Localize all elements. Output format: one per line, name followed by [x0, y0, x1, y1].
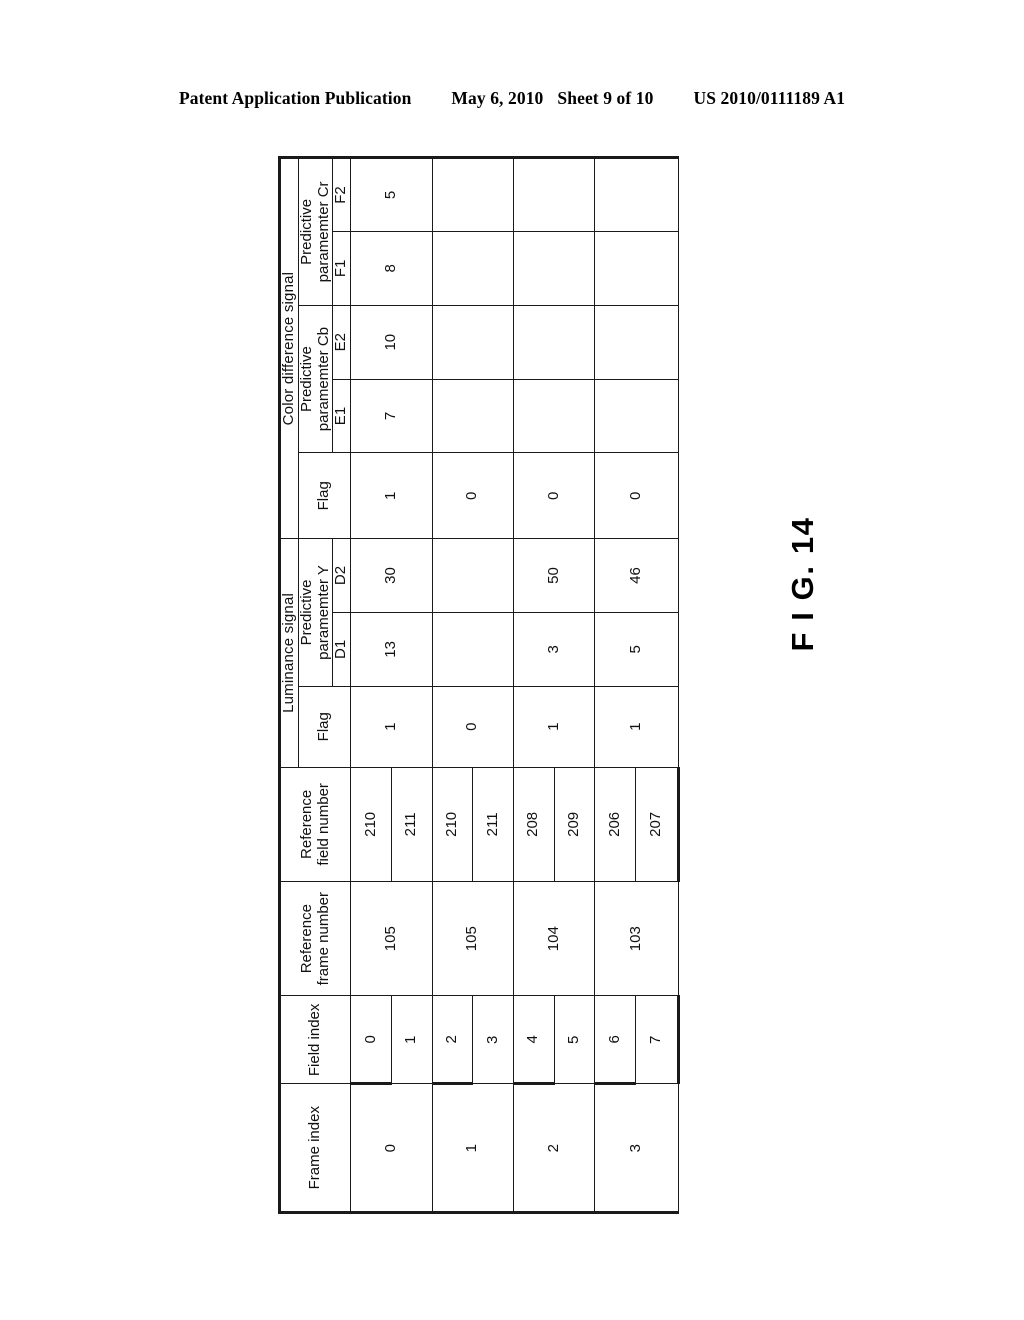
cell-color-f1: 8 [350, 231, 433, 306]
page-header: Patent Application Publication May 6, 201… [0, 88, 1024, 109]
col-header-frame-index: Frame index [279, 1083, 351, 1213]
prediction-parameter-table: Frame index Field index Reference frame n… [278, 156, 680, 1214]
cell-luminance-d2: 50 [513, 538, 595, 613]
col-header-e1: E1 [332, 379, 351, 453]
cell-color-e1 [513, 379, 595, 453]
cell-reference-field-number: 208 [513, 767, 555, 882]
col-header-d2: D2 [332, 538, 351, 613]
cell-color-f2 [432, 157, 514, 232]
cell-luminance-d2 [432, 538, 514, 613]
cell-luminance-flag: 1 [513, 686, 595, 768]
cell-field-index: 4 [513, 995, 555, 1084]
cell-field-index: 7 [635, 995, 679, 1084]
cell-field-index: 5 [554, 995, 595, 1084]
table-row: 1 2 105 210 0 0 [432, 157, 514, 1213]
document-number: US 2010/0111189 A1 [693, 88, 846, 108]
cell-reference-frame-number: 103 [594, 881, 679, 996]
cell-field-index: 1 [391, 995, 433, 1084]
figure-14: Frame index Field index Reference frame n… [278, 156, 680, 1214]
cell-color-e1 [594, 379, 679, 453]
cell-luminance-d2: 30 [350, 538, 433, 613]
cell-color-e1: 7 [350, 379, 433, 453]
cell-reference-field-number: 206 [594, 767, 636, 882]
publication-label: Patent Application Publication [178, 88, 412, 108]
header-row-groups: Frame index Field index Reference frame n… [279, 157, 351, 1213]
cell-color-e2: 10 [350, 305, 433, 380]
cell-color-flag: 1 [350, 452, 433, 539]
cell-color-e2 [513, 305, 595, 380]
cell-color-e1 [432, 379, 514, 453]
figure-caption: F I G. 14 [785, 516, 820, 652]
cell-luminance-d1: 13 [350, 612, 433, 687]
cell-frame-index: 3 [594, 1083, 679, 1213]
cell-color-f1 [513, 231, 595, 306]
cell-luminance-flag: 1 [594, 686, 679, 768]
cell-reference-field-number: 207 [635, 767, 679, 882]
cell-frame-index: 2 [513, 1083, 595, 1213]
col-header-e2: E2 [332, 305, 351, 380]
cell-luminance-d1: 3 [513, 612, 595, 687]
cell-reference-field-number: 211 [391, 767, 433, 882]
cell-luminance-d2: 46 [594, 538, 679, 613]
cell-luminance-flag: 1 [350, 686, 433, 768]
cell-luminance-d1 [432, 612, 514, 687]
col-header-luminance-predictive-parameter-y: Predictive paramemter Y [298, 538, 333, 687]
col-header-reference-frame-number: Reference frame number [279, 881, 351, 996]
col-header-d1: D1 [332, 612, 351, 687]
cell-color-e2 [432, 305, 514, 380]
cell-reference-field-number: 209 [554, 767, 595, 882]
cell-frame-index: 1 [432, 1083, 514, 1213]
col-header-f2: F2 [332, 157, 351, 232]
col-header-reference-field-number: Reference field number [279, 767, 351, 882]
col-header-color-flag: Flag [298, 452, 351, 539]
cell-color-flag: 0 [432, 452, 514, 539]
cell-color-e2 [594, 305, 679, 380]
cell-reference-field-number: 211 [472, 767, 514, 882]
table-header: Frame index Field index Reference frame n… [279, 157, 351, 1213]
cell-color-f1 [432, 231, 514, 306]
table-row: 3 6 103 206 1 5 46 0 [594, 157, 679, 1213]
cell-color-flag: 0 [594, 452, 679, 539]
sheet-label: Sheet 9 of 10 [557, 88, 654, 108]
cell-color-flag: 0 [513, 452, 595, 539]
cell-field-index: 6 [594, 995, 636, 1084]
cell-reference-field-number: 210 [432, 767, 473, 882]
cell-color-f1 [594, 231, 679, 306]
rotated-table-wrapper: Frame index Field index Reference frame n… [278, 156, 680, 1214]
cell-color-f2 [594, 157, 679, 232]
cell-luminance-flag: 0 [432, 686, 514, 768]
cell-reference-frame-number: 105 [350, 881, 433, 996]
cell-reference-frame-number: 104 [513, 881, 595, 996]
publication-date: May 6, 2010 [451, 88, 544, 108]
cell-frame-index: 0 [350, 1083, 433, 1213]
col-header-color-predictive-parameter-cb: Predictive paramemter Cb [298, 305, 333, 453]
table-body: 0 0 105 210 1 13 30 1 7 10 8 5 1 211 1 2 105 210 0 0 3 211 2 4 1… [350, 157, 679, 1213]
cell-color-f2 [513, 157, 595, 232]
col-header-color-difference-signal: Color difference signal [279, 157, 299, 539]
cell-field-index: 0 [350, 995, 392, 1084]
cell-reference-field-number: 210 [350, 767, 392, 882]
cell-reference-frame-number: 105 [432, 881, 514, 996]
col-header-field-index: Field index [279, 995, 351, 1084]
col-header-luminance-signal: Luminance signal [279, 538, 299, 768]
table-row: 0 0 105 210 1 13 30 1 7 10 8 5 [350, 157, 433, 1213]
col-header-color-predictive-parameter-cr: Predictive paramemter Cr [298, 157, 333, 306]
cell-field-index: 3 [472, 995, 514, 1084]
col-header-luminance-flag: Flag [298, 686, 351, 768]
table-row: 2 4 104 208 1 3 50 0 [513, 157, 595, 1213]
cell-field-index: 2 [432, 995, 473, 1084]
cell-color-f2: 5 [350, 157, 433, 232]
cell-luminance-d1: 5 [594, 612, 679, 687]
col-header-f1: F1 [332, 231, 351, 306]
